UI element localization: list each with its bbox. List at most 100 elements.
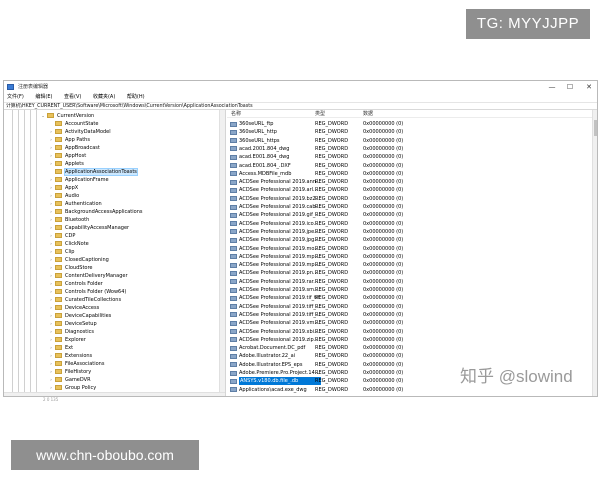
registry-value-row[interactable]: ACDSee Professional 2019.xbi... REG_DWORD… (227, 328, 587, 336)
registry-value-row[interactable]: ACDSee Professional 2019.jpg... REG_DWORD… (227, 236, 587, 244)
expand-chevron-icon[interactable]: › (48, 368, 54, 376)
registry-value-row[interactable]: ACDSee Professional 2019.tiff_... REG_DWO… (227, 303, 587, 311)
registry-value-row[interactable]: ACDSee Professional 2019.mo... REG_DWORD 0… (227, 245, 587, 253)
expand-chevron-icon[interactable]: › (48, 232, 54, 240)
close-button[interactable]: ✕ (581, 81, 597, 93)
expand-chevron-icon[interactable]: › (48, 328, 54, 336)
expand-chevron-icon[interactable]: › (48, 360, 54, 368)
tree-item[interactable]: › CuratedTileCollections (48, 296, 121, 304)
registry-value-row[interactable]: acad.2001.804_dwg REG_DWORD 0x00000000 (0) (227, 145, 587, 153)
tree-item[interactable]: › Applets (48, 160, 84, 168)
expand-chevron-icon[interactable]: › (48, 256, 54, 264)
collapse-chevron-icon[interactable]: ⌄ (40, 112, 46, 120)
tree-item[interactable]: › AppX (48, 184, 78, 192)
registry-value-row[interactable]: ACDSee Professional 2019.pn... REG_DWORD 0… (227, 269, 587, 277)
expand-chevron-icon[interactable]: › (48, 296, 54, 304)
tree-item[interactable]: › Authentication (48, 200, 102, 208)
tree-item[interactable]: › AppHost (48, 152, 86, 160)
expand-chevron-icon[interactable]: › (48, 192, 54, 200)
tree-item[interactable]: › ApplicationFrame (48, 176, 109, 184)
registry-value-row[interactable]: ACDSee Professional 2019.tiff_... REG_DWO… (227, 311, 587, 319)
tree-item[interactable]: › FileAssociations (48, 360, 104, 368)
registry-value-row[interactable]: 360seURL_ftp REG_DWORD 0x00000000 (0) (227, 120, 587, 128)
expand-chevron-icon[interactable]: › (48, 264, 54, 272)
registry-value-row[interactable]: ACDSee Professional 2019.mp... REG_DWORD 0… (227, 253, 587, 261)
expand-chevron-icon[interactable]: › (48, 352, 54, 360)
registry-value-row[interactable]: ACDSee Professional 2019.gif_... REG_DWOR… (227, 211, 587, 219)
registry-value-row[interactable]: ACDSee Professional 2019.ann... REG_DWORD… (227, 178, 587, 186)
registry-value-row[interactable]: Acrobat.Document.DC_pdf REG_DWORD 0x000000… (227, 344, 587, 352)
tree-item[interactable]: › Diagnostics (48, 328, 94, 336)
menu-edit[interactable]: 编辑(E) (35, 93, 52, 102)
tree-item[interactable]: › AppBroadcast (48, 144, 100, 152)
tree-vertical-scrollbar[interactable] (219, 110, 225, 396)
registry-value-row[interactable]: acad.E001.804_dwg REG_DWORD 0x00000000 (0) (227, 153, 587, 161)
registry-value-row[interactable]: ACDSee Professional 2019.mp... REG_DWORD 0… (227, 261, 587, 269)
registry-value-row[interactable]: ACDSee Professional 2019.sm... REG_DWORD 0… (227, 286, 587, 294)
expand-chevron-icon[interactable]: › (48, 280, 54, 288)
column-data-header[interactable]: 数据 (363, 110, 373, 118)
values-vertical-scrollbar[interactable] (592, 110, 597, 396)
registry-value-row[interactable]: ACDSee Professional 2019.arl... REG_DWORD… (227, 186, 587, 194)
tree-item[interactable]: › DeviceSetup (48, 320, 97, 328)
scrollbar-thumb[interactable] (594, 120, 597, 136)
tree-item[interactable]: ApplicationAssociationToasts (48, 168, 138, 176)
tree-item[interactable]: › Controls Folder (Wow64) (48, 288, 126, 296)
tree-item[interactable]: › Explorer (48, 336, 86, 344)
expand-chevron-icon[interactable]: › (48, 288, 54, 296)
registry-value-row[interactable]: ACDSee Professional 2019.ico... REG_DWORD… (227, 220, 587, 228)
expand-chevron-icon[interactable]: › (48, 376, 54, 384)
expand-chevron-icon[interactable]: › (48, 128, 54, 136)
tree-item[interactable]: › App Paths (48, 136, 90, 144)
registry-value-row[interactable]: ACDSee Professional 2019.jpe... REG_DWORD… (227, 228, 587, 236)
registry-value-row[interactable]: 360seURL_https REG_DWORD 0x00000000 (0) (227, 137, 587, 145)
tree-item[interactable]: › Bluetooth (48, 216, 89, 224)
registry-value-row[interactable]: ACDSee Professional 2019.tif_tif REG_DWOR… (227, 294, 587, 302)
expand-chevron-icon[interactable]: › (48, 344, 54, 352)
expand-chevron-icon[interactable]: › (48, 144, 54, 152)
tree-item[interactable]: › Audio (48, 192, 79, 200)
column-name-header[interactable]: 名称 (231, 110, 241, 118)
registry-value-row[interactable]: ACDSee Professional 2019.zip... REG_DWORD… (227, 336, 587, 344)
tree-item[interactable]: › CDP (48, 232, 75, 240)
tree-item[interactable]: › Group Policy (48, 384, 96, 392)
expand-chevron-icon[interactable]: › (48, 240, 54, 248)
tree-item[interactable]: › BackgroundAccessApplications (48, 208, 143, 216)
expand-chevron-icon[interactable]: › (48, 304, 54, 312)
tree-item[interactable]: › CapabilityAccessManager (48, 224, 129, 232)
menu-view[interactable]: 查看(V) (64, 93, 81, 102)
registry-value-row[interactable]: ACDSee Professional 2019.bz2... REG_DWORD… (227, 195, 587, 203)
address-bar[interactable]: 计算机\HKEY_CURRENT_USER\Software\Microsoft… (4, 102, 597, 110)
tree-item[interactable]: › DeviceCapabilities (48, 312, 111, 320)
tree-item-currentversion[interactable]: ⌄ CurrentVersion (40, 112, 94, 120)
expand-chevron-icon[interactable]: › (48, 336, 54, 344)
tree-item[interactable]: › Controls Folder (48, 280, 103, 288)
expand-chevron-icon[interactable]: › (48, 184, 54, 192)
tree-item[interactable]: › ClosedCaptioning (48, 256, 109, 264)
menu-file[interactable]: 文件(F) (7, 93, 24, 102)
expand-chevron-icon[interactable]: › (48, 176, 54, 184)
tree-item[interactable]: › ContentDeliveryManager (48, 272, 128, 280)
tree-item[interactable]: › ClickNote (48, 240, 89, 248)
tree-item[interactable]: › Ext (48, 344, 73, 352)
expand-chevron-icon[interactable]: › (48, 160, 54, 168)
expand-chevron-icon[interactable]: › (48, 216, 54, 224)
minimize-button[interactable]: — (544, 81, 560, 93)
registry-value-row[interactable]: ACDSee Professional 2019.cab... REG_DWORD… (227, 203, 587, 211)
registry-value-row[interactable]: 360seURL_http REG_DWORD 0x00000000 (0) (227, 128, 587, 136)
menu-help[interactable]: 帮助(H) (127, 93, 145, 102)
expand-chevron-icon[interactable]: › (48, 312, 54, 320)
tree-item[interactable]: AccountState (48, 120, 98, 128)
column-type-header[interactable]: 类型 (315, 110, 325, 118)
registry-value-row[interactable]: acad.E001.804_.DXF REG_DWORD 0x00000000 (0… (227, 162, 587, 170)
expand-chevron-icon[interactable]: › (48, 248, 54, 256)
expand-chevron-icon[interactable]: › (48, 136, 54, 144)
maximize-button[interactable]: ☐ (562, 81, 578, 93)
tree-item[interactable]: › DeviceAccess (48, 304, 99, 312)
expand-chevron-icon[interactable]: › (48, 224, 54, 232)
expand-chevron-icon[interactable]: › (48, 200, 54, 208)
tree-item[interactable]: › GameDVR (48, 376, 91, 384)
tree-item[interactable]: › Clip (48, 248, 74, 256)
registry-value-row[interactable]: Access.MDBFile_mdb REG_DWORD 0x00000000 (0… (227, 170, 587, 178)
expand-chevron-icon[interactable]: › (48, 272, 54, 280)
